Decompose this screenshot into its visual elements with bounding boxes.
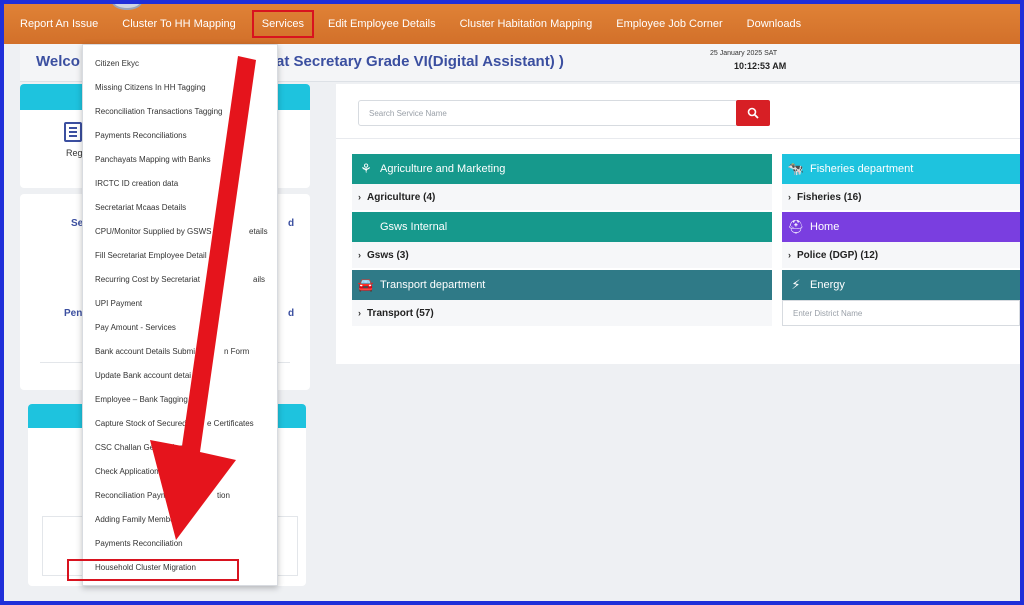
search-icon (747, 107, 759, 119)
chevron-right-icon: › (788, 250, 791, 260)
menu-item-fill-employee-detail[interactable]: Fill Secretariat Employee Detail (95, 251, 207, 260)
dept-agriculture-count: Agriculture (4) (367, 191, 436, 203)
menu-item-payments-reconciliation[interactable]: Payments Reconciliation (95, 539, 183, 548)
search-input[interactable] (359, 101, 731, 125)
dept-transport-sub[interactable]: › Transport (57) (352, 300, 772, 326)
menu-item-csc-challan[interactable]: CSC Challan Generation (95, 443, 183, 452)
dept-gsws-sub[interactable]: › Gsws (3) (352, 242, 772, 268)
menu-item-bank-account-details[interactable]: Bank account Details Submi (95, 347, 195, 356)
menu-item-update-bank-account[interactable]: Update Bank account detai (95, 371, 191, 380)
highlight-box (67, 559, 239, 581)
dept-home-title: Home (810, 221, 840, 233)
dept-fisheries-title: Fisheries department (810, 163, 914, 175)
chevron-right-icon: › (358, 308, 361, 318)
dept-gsws-header[interactable]: Gsws Internal (352, 212, 772, 242)
menu-item-recurring-cost[interactable]: Recurring Cost by Secretariat (95, 275, 200, 284)
pending-label-end: d (288, 308, 295, 319)
nav-job-corner[interactable]: Employee Job Corner (614, 14, 724, 34)
chevron-right-icon: › (358, 192, 361, 202)
menu-item-fragment: ails (253, 275, 266, 284)
menu-item-pay-amount[interactable]: Pay Amount - Services (95, 323, 176, 332)
wheat-icon: ⚘ (360, 161, 372, 176)
search-button[interactable] (736, 100, 770, 126)
menu-item-reconciliation-transactions[interactable]: Reconciliation Transactions Tagging (95, 107, 222, 116)
services-panel: ⚘ Agriculture and Marketing › Agricultur… (336, 84, 1020, 364)
dept-transport-header[interactable]: 🚘 Transport department (352, 270, 772, 300)
date-label: 25 January 2025 SAT (710, 50, 778, 57)
dept-home-header[interactable]: ⛑ Home (782, 212, 1020, 242)
menu-item-fragment: tion (217, 491, 230, 500)
dept-agriculture-title: Agriculture and Marketing (380, 163, 506, 175)
dept-home-sub[interactable]: › Police (DGP) (12) (782, 242, 1020, 268)
services-label-end: d (288, 218, 295, 229)
welcome-title-start: Welco (36, 53, 80, 70)
top-navbar: Report An Issue Cluster To HH Mapping Se… (4, 4, 1020, 44)
dept-gsws-count: Gsws (3) (367, 249, 409, 261)
menu-item-fragment: etails (249, 227, 268, 236)
menu-item-upi-payment[interactable]: UPI Payment (95, 299, 142, 308)
nav-cluster-hh-mapping[interactable]: Cluster To HH Mapping (120, 14, 238, 34)
dept-fisheries-count: Fisheries (16) (797, 191, 862, 203)
chevron-right-icon: › (788, 192, 791, 202)
dept-transport-title: Transport department (380, 279, 486, 291)
search-box (358, 100, 738, 126)
menu-item-panchayats-mapping[interactable]: Panchayats Mapping with Banks (95, 155, 211, 164)
document-icon (64, 122, 82, 142)
district-input[interactable] (782, 300, 1020, 326)
nav-report-issue[interactable]: Report An Issue (18, 14, 100, 34)
nav-edit-employee[interactable]: Edit Employee Details (326, 14, 438, 34)
logo-icon (112, 4, 142, 10)
menu-item-irctc-id[interactable]: IRCTC ID creation data (95, 179, 178, 188)
menu-item-capture-stock[interactable]: Capture Stock of Secured (95, 419, 187, 428)
car-icon: 🚘 (357, 277, 375, 292)
nav-cluster-habitation[interactable]: Cluster Habitation Mapping (458, 14, 595, 34)
app-frame: Report An Issue Cluster To HH Mapping Se… (4, 4, 1020, 601)
menu-item-reconciliation-payment[interactable]: Reconciliation Payme (95, 491, 172, 500)
menu-item-cpu-monitor[interactable]: CPU/Monitor Supplied by GSWS (95, 227, 212, 236)
menu-item-missing-citizens[interactable]: Missing Citizens In HH Tagging (95, 83, 206, 92)
menu-item-fragment: n Form (224, 347, 250, 356)
time-label: 10:12:53 AM (734, 61, 787, 71)
menu-item-payments-reconciliations[interactable]: Payments Reconciliations (95, 131, 187, 140)
menu-item-secretariat-mcaas[interactable]: Secretariat Mcaas Details (95, 203, 186, 212)
dept-fisheries-sub[interactable]: › Fisheries (16) (782, 184, 1020, 210)
bolt-icon: ⚡ (791, 277, 801, 292)
dept-agriculture-header[interactable]: ⚘ Agriculture and Marketing (352, 154, 772, 184)
dept-energy-header[interactable]: ⚡ Energy (782, 270, 1020, 300)
menu-item-check-application[interactable]: Check Application (95, 467, 159, 476)
dept-transport-count: Transport (57) (367, 307, 434, 319)
menu-item-adding-family-member[interactable]: Adding Family Member (95, 515, 177, 524)
divider (336, 138, 1020, 139)
police-cap-icon: ⛑ (787, 219, 805, 234)
chevron-right-icon: › (358, 250, 361, 260)
menu-item-employee-bank-tagging[interactable]: Employee – Bank Tagging (95, 395, 188, 404)
dept-agriculture-sub[interactable]: › Agriculture (4) (352, 184, 772, 210)
dept-energy-title: Energy (810, 279, 845, 291)
dept-gsws-title: Gsws Internal (380, 221, 448, 233)
menu-item-fragment: e Certificates (207, 419, 254, 428)
nav-services[interactable]: Services (251, 10, 314, 38)
welcome-title-end: at Secretary Grade VI(Digital Assistant)… (276, 53, 564, 70)
dept-fisheries-header[interactable]: 🐄 Fisheries department (782, 154, 1020, 184)
cow-icon: 🐄 (787, 161, 805, 176)
dept-home-count: Police (DGP) (12) (797, 249, 879, 261)
menu-item-citizen-ekyc[interactable]: Citizen Ekyc (95, 59, 139, 68)
services-dropdown-menu: Citizen Ekyc Missing Citizens In HH Tagg… (82, 44, 278, 586)
nav-downloads[interactable]: Downloads (745, 14, 803, 34)
